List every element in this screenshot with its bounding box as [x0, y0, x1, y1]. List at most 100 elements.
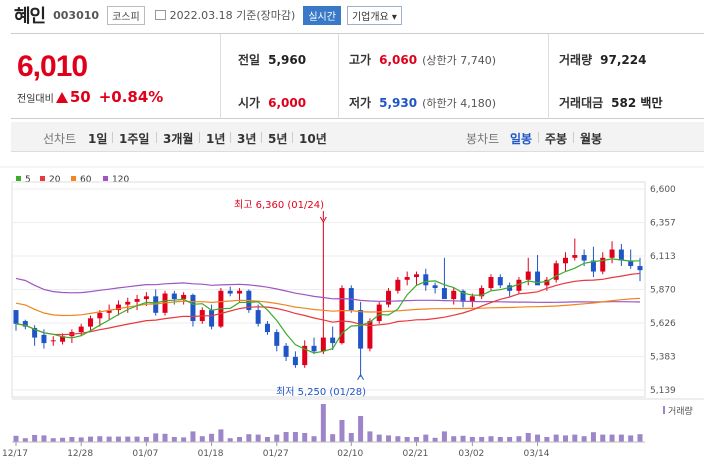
current-price: 6,010: [17, 50, 88, 83]
volume-bar: [69, 437, 75, 442]
volume-bar: [460, 435, 466, 442]
candle-body: [562, 257, 568, 264]
y-tick-label: 6,357: [650, 219, 676, 229]
volume-bar: [106, 436, 112, 442]
volume-bar: [171, 437, 177, 442]
tab-3m[interactable]: 3개월: [163, 130, 193, 147]
x-tick-label: 03/14: [524, 449, 550, 459]
candle-body: [581, 255, 587, 261]
amount-stat: 거래대금 582 백만: [559, 96, 663, 110]
candle-body: [125, 301, 131, 305]
stock-name: 혜인: [14, 6, 46, 27]
volume-bar: [423, 434, 429, 442]
volume-bar: [264, 437, 270, 442]
volume-bar: [628, 435, 634, 442]
low-arrow-head: [357, 373, 365, 380]
legend-swatch: [71, 176, 76, 181]
volume-bar: [488, 436, 494, 442]
volume-stat: 거래량 97,224: [559, 53, 647, 67]
y-tick-label: 6,600: [650, 185, 676, 195]
candlestick-chart[interactable]: 5 20 60 120 6,600 6,357 6,113 5,870 5,626 5,383 5,…: [0, 166, 704, 466]
candle-body: [535, 271, 541, 286]
prev-close: 전일 5,960: [238, 53, 307, 67]
volume-bar: [618, 434, 624, 442]
volume-bar: [609, 434, 615, 442]
x-tick-label: 01/18: [198, 449, 224, 459]
volume-bar: [13, 435, 19, 442]
volume-bar: [348, 433, 354, 442]
candle-body: [609, 249, 615, 258]
volume-bar: [497, 437, 503, 442]
volume-bar: [562, 435, 568, 442]
volume-bar: [330, 434, 336, 442]
candle-body: [441, 288, 447, 300]
volume-bar: [432, 437, 438, 442]
volume-bar: [367, 431, 373, 442]
volume-bar: [78, 437, 84, 442]
tab-1y[interactable]: 1년: [206, 130, 225, 147]
volume-bar: [134, 436, 140, 442]
price-panel: 6,010 전일대비 50 +0.84% 전일 5,960 시가 6,000 고…: [11, 33, 704, 119]
volume-bar: [153, 433, 159, 442]
candle-body: [181, 294, 187, 300]
volume-bar: [162, 433, 168, 442]
candle-body: [209, 310, 215, 327]
candle-body: [97, 312, 103, 319]
base-date: 2022.03.18 기준(장마감): [169, 9, 296, 22]
tab-monthly[interactable]: 월봉: [580, 130, 602, 147]
x-tick-label: 12/17: [2, 449, 28, 459]
x-tick-label: 02/10: [337, 449, 363, 459]
volume-bar: [320, 404, 326, 442]
tab-weekly[interactable]: 주봉: [545, 130, 567, 147]
current-price-box: 6,010 전일대비 50 +0.84%: [11, 34, 221, 119]
tab-1d[interactable]: 1일: [88, 130, 107, 147]
low-price: 저가 5,930 (하한가 4,180): [349, 96, 496, 110]
volume-bar: [311, 436, 317, 442]
volume-bar: [590, 432, 596, 442]
candle-body: [13, 310, 19, 324]
candle-body: [497, 277, 503, 286]
volume-legend-swatch: [663, 406, 665, 414]
candle-body: [525, 271, 531, 280]
candle-chart-label: 봉차트: [466, 132, 500, 146]
volume-bar: [516, 436, 522, 442]
candle-body: [283, 345, 289, 357]
volume-bar: [22, 438, 28, 442]
candle-body: [413, 274, 419, 278]
candle-body: [330, 337, 336, 344]
high-annotation: 최고 6,360 (01/24): [234, 199, 324, 211]
candle-body: [227, 290, 233, 294]
volume-bar: [404, 437, 410, 442]
change-row: 전일대비 50 +0.84%: [17, 88, 163, 106]
volume-bar: [413, 437, 419, 442]
change-percent: +0.84%: [98, 88, 164, 106]
tab-5y[interactable]: 5년: [268, 130, 287, 147]
volume-bar: [441, 431, 447, 442]
realtime-button[interactable]: 실시간: [303, 5, 341, 25]
volume-bar: [600, 434, 606, 442]
volume-bar: [237, 437, 243, 442]
candle-body: [404, 277, 410, 280]
tab-10y[interactable]: 10년: [299, 130, 327, 147]
legend-label: 20: [49, 175, 61, 185]
tab-3y[interactable]: 3년: [237, 130, 256, 147]
tab-1w[interactable]: 1주일: [119, 130, 149, 147]
volume-label: 거래량: [668, 405, 693, 417]
legend-swatch: [40, 176, 45, 181]
candle-body: [386, 290, 392, 305]
volume-bar: [50, 438, 56, 442]
candle-body: [488, 277, 494, 289]
candle-body: [292, 356, 298, 366]
candle-body: [572, 255, 578, 258]
candle-body: [618, 249, 624, 261]
volume-bar: [395, 436, 401, 442]
volume-bar: [255, 434, 261, 442]
volume-bar: [535, 434, 541, 442]
x-tick-label: 01/07: [132, 449, 158, 459]
line-chart-label: 선차트: [43, 132, 77, 146]
volume-bar: [60, 437, 66, 442]
volume-bar: [41, 435, 47, 442]
volume-bar: [525, 433, 531, 442]
company-info-dropdown[interactable]: 기업개요 ▾: [346, 5, 402, 25]
tab-daily[interactable]: 일봉: [510, 130, 532, 147]
